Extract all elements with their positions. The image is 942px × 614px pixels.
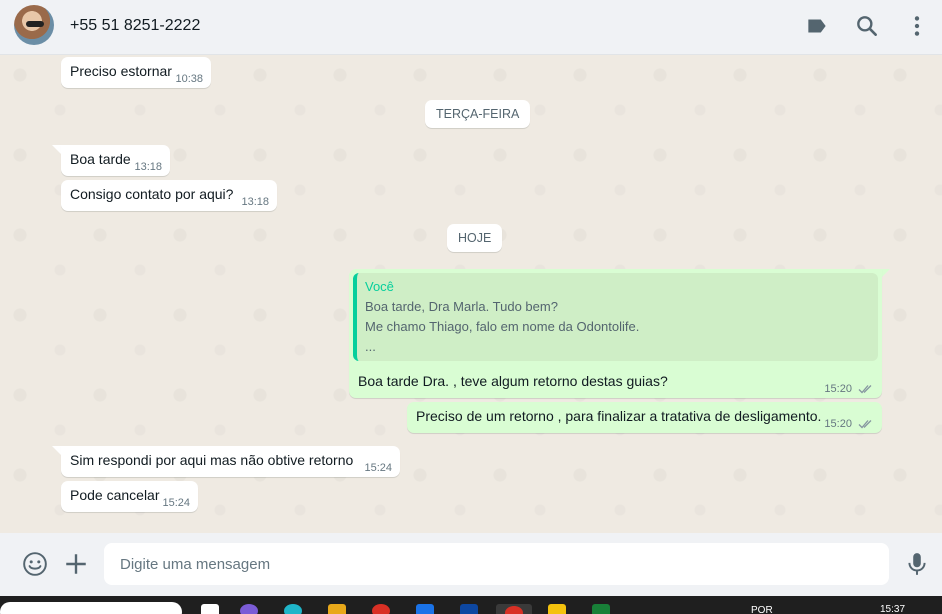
taskbar-app-icon[interactable] [460,604,478,614]
message-outgoing[interactable]: Você Boa tarde, Dra Marla. Tudo bem? Me … [349,269,882,398]
attach-plus-icon[interactable] [63,551,89,577]
message-incoming[interactable]: Preciso estornar 10:38 [61,57,211,88]
bubble-tail [52,446,61,455]
search-icon[interactable] [854,13,880,39]
emoji-icon[interactable] [22,551,48,577]
message-incoming[interactable]: Boa tarde 13:18 [61,145,170,176]
message-time: 15:20 [824,383,852,395]
quoted-line: Boa tarde, Dra Marla. Tudo bem? [365,299,558,314]
message-incoming[interactable]: Pode cancelar 15:24 [61,481,198,512]
menu-icon[interactable] [904,13,930,39]
message-text: Preciso estornar [70,63,172,79]
date-separator: HOJE [447,224,503,252]
message-text: Consigo contato por aqui? [70,186,234,202]
os-taskbar: POR 15:37 [0,596,942,614]
system-clock[interactable]: 15:37 [880,604,905,614]
message-text: Pode cancelar [70,487,160,503]
message-time: 10:38 [175,73,203,85]
message-time: 15:24 [364,462,392,474]
quoted-author: Você [365,279,394,294]
message-time: 15:24 [162,497,190,509]
message-composer [0,533,942,596]
taskbar-active-app[interactable] [496,604,532,614]
quoted-message[interactable]: Você Boa tarde, Dra Marla. Tudo bem? Me … [353,273,878,361]
bubble-tail [52,145,61,154]
keyboard-language[interactable]: POR [751,605,773,614]
bubble-tail [881,269,890,278]
message-meta: 15:20 [824,418,874,430]
contact-name[interactable]: +55 51 8251-2222 [70,17,200,35]
chat-header: +55 51 8251-2222 [0,0,942,55]
message-text: Sim respondi por aqui mas não obtive ret… [70,452,354,468]
message-outgoing[interactable]: Preciso de um retorno , para finalizar a… [407,402,882,433]
taskbar-search-box[interactable] [0,602,182,614]
message-time: 13:18 [241,196,269,208]
message-text: Boa tarde Dra. , teve algum retorno dest… [358,373,668,389]
taskbar-app-icon[interactable] [240,604,258,614]
conversation-panel[interactable]: Preciso estornar 10:38 TERÇA-FEIRA Boa t… [0,55,942,533]
contact-avatar[interactable] [14,5,54,45]
microphone-icon[interactable] [904,551,930,577]
double-check-icon [858,420,872,429]
message-time: 15:20 [824,418,852,430]
taskbar-app-icon[interactable] [284,604,302,614]
quoted-line: ... [365,339,376,354]
taskbar-app-icon[interactable] [592,604,610,614]
message-text: Preciso de um retorno , para finalizar a… [416,408,822,424]
taskbar-app-icon[interactable] [201,604,219,614]
message-incoming[interactable]: Consigo contato por aqui? 13:18 [61,180,277,211]
folder-icon[interactable] [328,604,346,614]
message-input[interactable] [104,543,889,585]
quoted-line: Me chamo Thiago, falo em nome da Odontol… [365,319,640,334]
double-check-icon [858,385,872,394]
taskbar-app-icon[interactable] [416,604,434,614]
message-incoming[interactable]: Sim respondi por aqui mas não obtive ret… [61,446,400,477]
message-time: 13:18 [134,161,162,173]
date-separator: TERÇA-FEIRA [425,100,531,128]
message-meta: 15:20 [824,383,874,395]
message-text: Boa tarde [70,151,131,167]
taskbar-app-icon[interactable] [372,604,390,614]
label-icon[interactable] [804,13,830,39]
taskbar-app-icon[interactable] [548,604,566,614]
